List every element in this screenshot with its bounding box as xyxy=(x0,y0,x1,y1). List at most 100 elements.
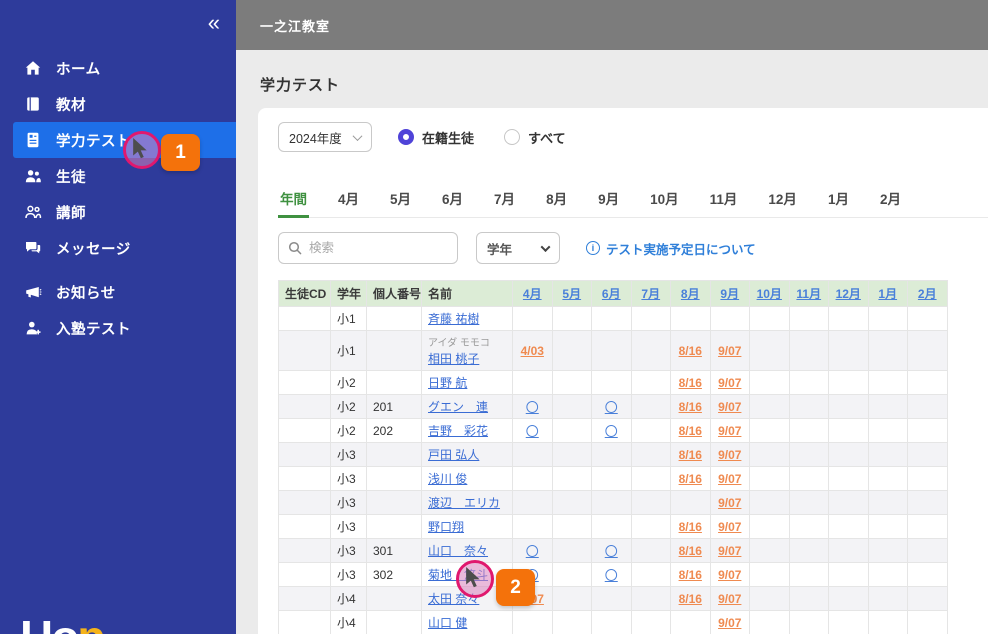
test-date-link[interactable]: 9/07 xyxy=(718,592,741,606)
tab-5[interactable]: 8月 xyxy=(544,182,569,218)
student-name-link[interactable]: 吉野 彩花 xyxy=(428,424,488,438)
tab-2[interactable]: 5月 xyxy=(388,182,413,218)
sidebar-item-6[interactable]: お知らせ xyxy=(0,274,236,310)
month-header-link[interactable]: 5月 xyxy=(562,287,581,301)
radio-enrolled-students[interactable]: 在籍生徒 xyxy=(398,128,474,147)
year-select[interactable]: 2024年度 xyxy=(278,122,372,152)
month-header-link[interactable]: 12月 xyxy=(836,287,861,301)
tab-10[interactable]: 1月 xyxy=(826,182,851,218)
month-result-cell: 9/07 xyxy=(709,330,750,371)
month-result-cell xyxy=(630,490,671,515)
sidebar-item-4[interactable]: 講師 xyxy=(0,194,236,230)
table-row: 小3 渡辺 エリカ 9/07 xyxy=(278,490,948,515)
test-date-link[interactable]: 9/07 xyxy=(718,448,741,462)
sidebar-collapse-button[interactable]: « xyxy=(208,12,220,34)
student-name-link[interactable]: 相田 桃子 xyxy=(428,352,479,366)
month-header-link[interactable]: 6月 xyxy=(602,287,621,301)
tab-7[interactable]: 10月 xyxy=(648,182,681,218)
tab-6[interactable]: 9月 xyxy=(596,182,621,218)
student-name-link[interactable]: グエン 連 xyxy=(428,400,488,414)
test-date-link[interactable]: 8/16 xyxy=(679,424,702,438)
test-circle-link[interactable]: 〇 xyxy=(526,544,539,559)
sidebar-item-3[interactable]: 生徒 xyxy=(0,158,236,194)
month-result-cell xyxy=(867,330,908,371)
tab-3[interactable]: 6月 xyxy=(440,182,465,218)
month-header-link[interactable]: 4月 xyxy=(523,287,542,301)
test-date-link[interactable]: 9/07 xyxy=(718,568,741,582)
month-header-link[interactable]: 9月 xyxy=(720,287,739,301)
grade-cell: 小4 xyxy=(330,610,367,634)
test-date-link[interactable]: 9/07 xyxy=(718,424,741,438)
test-date-link[interactable]: 9/07 xyxy=(718,520,741,534)
test-date-link[interactable]: 8/16 xyxy=(679,520,702,534)
test-circle-link[interactable]: 〇 xyxy=(605,568,618,583)
test-date-link[interactable]: 8/16 xyxy=(679,448,702,462)
student-cd-cell xyxy=(278,370,331,395)
month-header-link[interactable]: 10月 xyxy=(757,287,782,301)
student-name-link[interactable]: 山口 健 xyxy=(428,616,467,630)
sidebar-item-0[interactable]: ホーム xyxy=(0,50,236,86)
student-cd-cell xyxy=(278,514,331,539)
month-result-cell xyxy=(512,370,553,395)
month-header-link[interactable]: 11月 xyxy=(796,287,821,301)
tab-9[interactable]: 12月 xyxy=(766,182,799,218)
month-result-cell xyxy=(551,538,592,563)
grade-select[interactable]: 学年 xyxy=(476,232,560,264)
test-date-link[interactable]: 8/16 xyxy=(679,544,702,558)
month-header-link[interactable]: 1月 xyxy=(878,287,897,301)
student-name-link[interactable]: 山口 奈々 xyxy=(428,544,488,558)
radio-all-students[interactable]: すべて xyxy=(504,128,566,147)
month-result-cell xyxy=(551,370,592,395)
student-name-link[interactable]: 野口翔 xyxy=(428,520,464,534)
sidebar-item-5[interactable]: メッセージ xyxy=(0,230,236,266)
test-date-link[interactable]: 9/07 xyxy=(718,344,741,358)
test-schedule-info-link[interactable]: i テスト実施予定日について xyxy=(586,239,756,258)
test-circle-link[interactable]: 〇 xyxy=(605,424,618,439)
sidebar-item-7[interactable]: 入塾テスト xyxy=(0,310,236,346)
month-result-cell xyxy=(907,306,948,331)
test-circle-link[interactable]: 〇 xyxy=(605,544,618,559)
student-cd-cell xyxy=(278,394,331,419)
table-row: 小1 斉藤 祐樹 xyxy=(278,306,948,331)
month-header-link[interactable]: 8月 xyxy=(681,287,700,301)
tab-8[interactable]: 11月 xyxy=(708,182,740,218)
name-cell: 吉野 彩花 xyxy=(421,418,513,443)
search-box[interactable] xyxy=(278,232,458,264)
annotation-badge-2: 2 xyxy=(496,569,535,606)
main-content: 一之江教室 学力テスト 2024年度 在籍生徒 すべて 年間 4月 5月 6月 … xyxy=(236,0,988,634)
month-result-cell xyxy=(749,514,790,539)
month-header-link[interactable]: 2月 xyxy=(918,287,937,301)
student-name-link[interactable]: 浅川 俊 xyxy=(428,472,467,486)
tab-1[interactable]: 4月 xyxy=(336,182,361,218)
search-input[interactable] xyxy=(309,241,448,255)
student-name-link[interactable]: 戸田 弘人 xyxy=(428,448,479,462)
tab-0[interactable]: 年間 xyxy=(278,182,309,218)
test-date-link[interactable]: 8/16 xyxy=(679,472,702,486)
test-circle-link[interactable]: 〇 xyxy=(605,400,618,415)
student-name-link[interactable]: 日野 航 xyxy=(428,376,467,390)
test-date-link[interactable]: 9/07 xyxy=(718,616,741,630)
student-name-link[interactable]: 渡辺 エリカ xyxy=(428,496,500,510)
cursor-arrow-icon xyxy=(466,567,480,588)
test-date-link[interactable]: 8/16 xyxy=(679,400,702,414)
test-date-link[interactable]: 4/03 xyxy=(521,344,544,358)
test-date-link[interactable]: 8/16 xyxy=(679,344,702,358)
student-name-link[interactable]: 斉藤 祐樹 xyxy=(428,312,479,326)
month-header-link[interactable]: 7月 xyxy=(641,287,660,301)
test-date-link[interactable]: 8/16 xyxy=(679,568,702,582)
test-date-link[interactable]: 8/16 xyxy=(679,376,702,390)
sidebar-item-1[interactable]: 教材 xyxy=(0,86,236,122)
test-date-link[interactable]: 9/07 xyxy=(718,544,741,558)
logo-text-white: Ho xyxy=(20,611,79,634)
sidebar-item-label: 学力テスト xyxy=(56,133,131,150)
test-date-link[interactable]: 9/07 xyxy=(718,400,741,414)
test-date-link[interactable]: 9/07 xyxy=(718,496,741,510)
name-cell: 日野 航 xyxy=(421,370,513,395)
tab-4[interactable]: 7月 xyxy=(492,182,517,218)
tab-11[interactable]: 2月 xyxy=(878,182,903,218)
test-date-link[interactable]: 9/07 xyxy=(718,472,741,486)
test-circle-link[interactable]: 〇 xyxy=(526,424,539,439)
test-circle-link[interactable]: 〇 xyxy=(526,400,539,415)
test-date-link[interactable]: 8/16 xyxy=(679,592,702,606)
test-date-link[interactable]: 9/07 xyxy=(718,376,741,390)
